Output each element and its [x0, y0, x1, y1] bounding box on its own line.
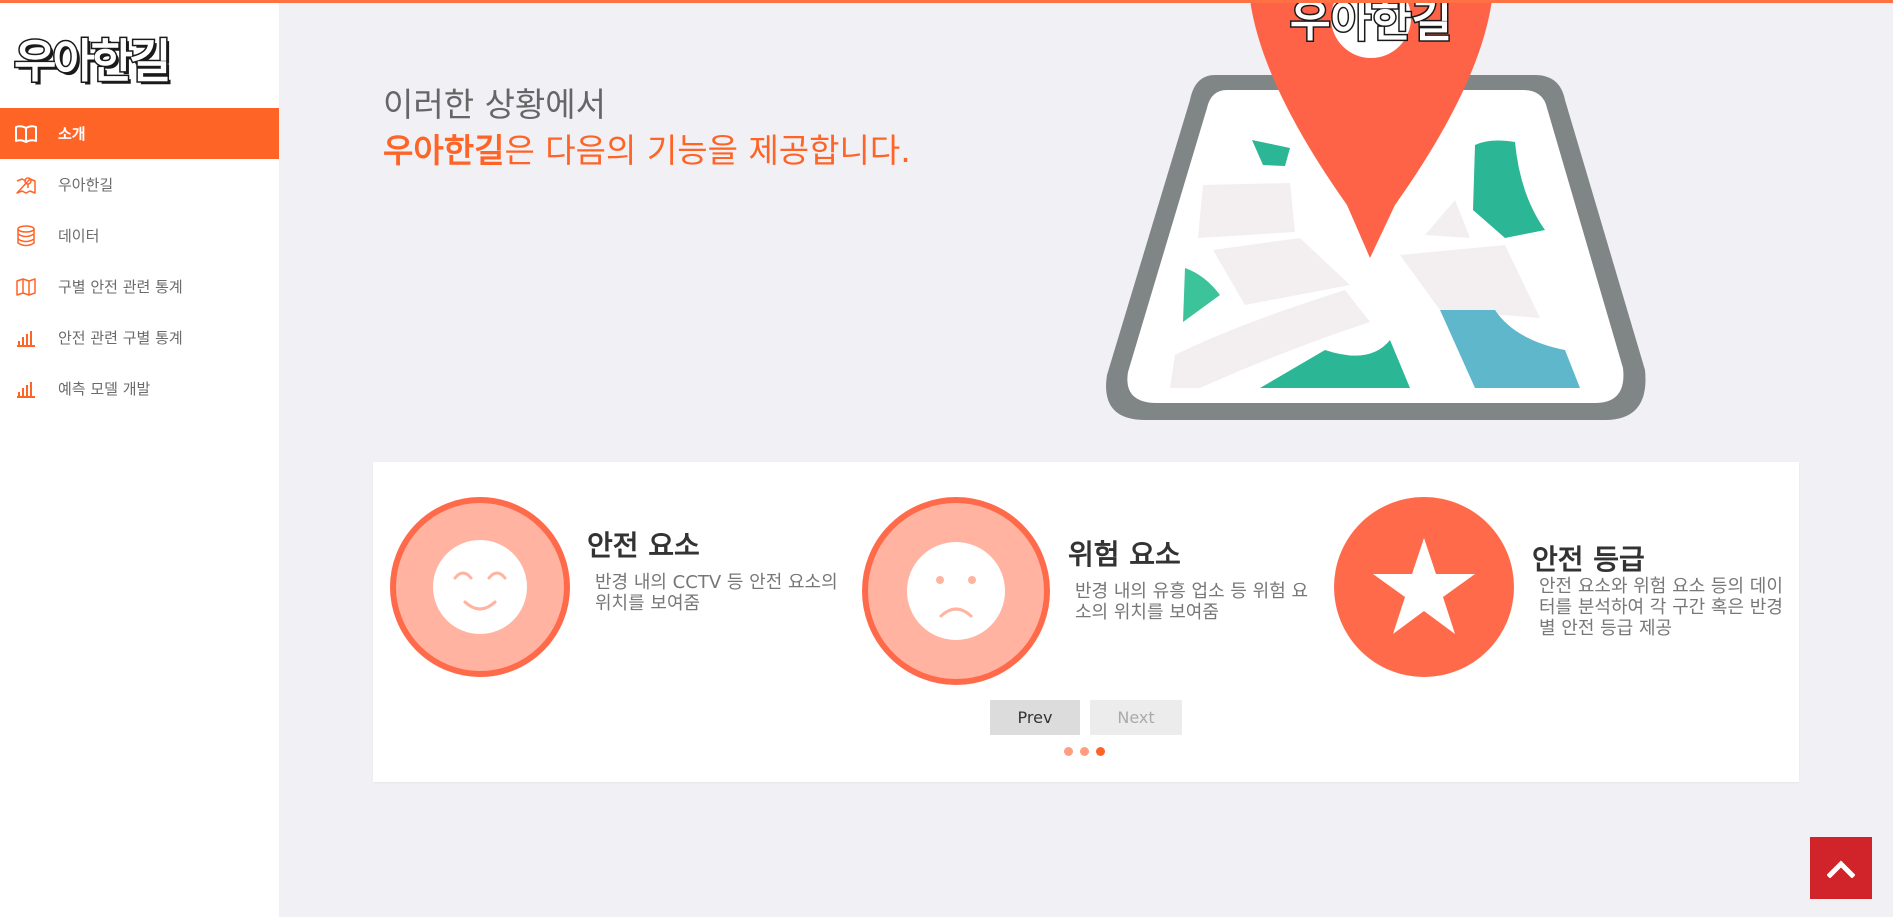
safety-feature-description: 반경 내의 CCTV 등 안전 요소의 위치를 보여줌 — [595, 572, 838, 614]
sidebar-item-label: 예측 모델 개발 — [58, 380, 151, 398]
carousel-dots — [1064, 747, 1105, 756]
chevron-up-icon — [1827, 860, 1855, 878]
hero-heading-line2: 우아한길은 다음의 기능을 제공합니다. — [383, 124, 911, 172]
sidebar-item-label: 우아한길 — [58, 176, 114, 194]
sidebar: 우아한길 소개 우아한길 데이터 구별 안전 관련 통계 안전 관련 구별 통계… — [0, 0, 279, 917]
sidebar-item-label: 안전 관련 구별 통계 — [58, 329, 183, 347]
scroll-top-button[interactable] — [1810, 837, 1872, 899]
sidebar-item-intro[interactable]: 소개 — [0, 108, 279, 159]
bar-chart-icon — [14, 327, 38, 349]
sidebar-item-safety-stats[interactable]: 안전 관련 구별 통계 — [0, 312, 279, 363]
hero-highlight: 우아한길 — [383, 131, 505, 170]
sad-face-icon — [907, 542, 1005, 640]
sidebar-item-label: 데이터 — [58, 227, 100, 245]
logo[interactable]: 우아한길 — [12, 30, 172, 90]
safety-feature-circle — [390, 497, 570, 677]
smile-face-icon — [433, 540, 527, 634]
hero-line2-rest: 은 다음의 기능을 제공합니다. — [504, 131, 911, 170]
grade-feature-title: 안전 등급 — [1532, 543, 1645, 576]
sidebar-item-label: 소개 — [58, 125, 86, 143]
database-icon — [14, 224, 38, 247]
danger-feature-circle — [862, 497, 1050, 685]
top-accent-line — [0, 0, 1893, 3]
carousel-dot-3[interactable] — [1096, 747, 1105, 756]
prev-button[interactable]: Prev — [990, 700, 1080, 735]
sidebar-item-data[interactable]: 데이터 — [0, 210, 279, 261]
star-icon — [1373, 538, 1475, 634]
carousel-dot-2[interactable] — [1080, 747, 1089, 756]
map-icon — [14, 276, 38, 298]
sidebar-item-prediction-model[interactable]: 예측 모델 개발 — [0, 363, 279, 414]
grade-feature-circle — [1334, 497, 1514, 677]
sidebar-item-district-stats[interactable]: 구별 안전 관련 통계 — [0, 261, 279, 312]
illustration-logo-text: 우아한길 — [1290, 0, 1452, 47]
hero-heading-line1: 이러한 상황에서 — [383, 85, 607, 124]
map-pin-icon — [14, 174, 38, 196]
map-pin-illustration: 우아한길 — [1106, 0, 1646, 420]
open-book-icon — [14, 123, 38, 145]
carousel-dot-1[interactable] — [1064, 747, 1073, 756]
grade-feature-description: 안전 요소와 위험 요소 등의 데이터를 분석하여 각 구간 혹은 반경 별 안… — [1539, 576, 1783, 639]
bar-chart-icon — [14, 378, 38, 400]
logo-text: 우아한길 — [12, 33, 172, 90]
danger-feature-title: 위험 요소 — [1068, 538, 1181, 571]
sidebar-item-woohangil[interactable]: 우아한길 — [0, 159, 279, 210]
safety-feature-title: 안전 요소 — [587, 529, 700, 562]
danger-feature-description: 반경 내의 유흥 업소 등 위험 요소의 위치를 보여줌 — [1075, 581, 1309, 623]
sidebar-nav: 소개 우아한길 데이터 구별 안전 관련 통계 안전 관련 구별 통계 예측 모… — [0, 108, 279, 414]
sidebar-item-label: 구별 안전 관련 통계 — [58, 278, 183, 296]
next-button[interactable]: Next — [1090, 700, 1182, 735]
